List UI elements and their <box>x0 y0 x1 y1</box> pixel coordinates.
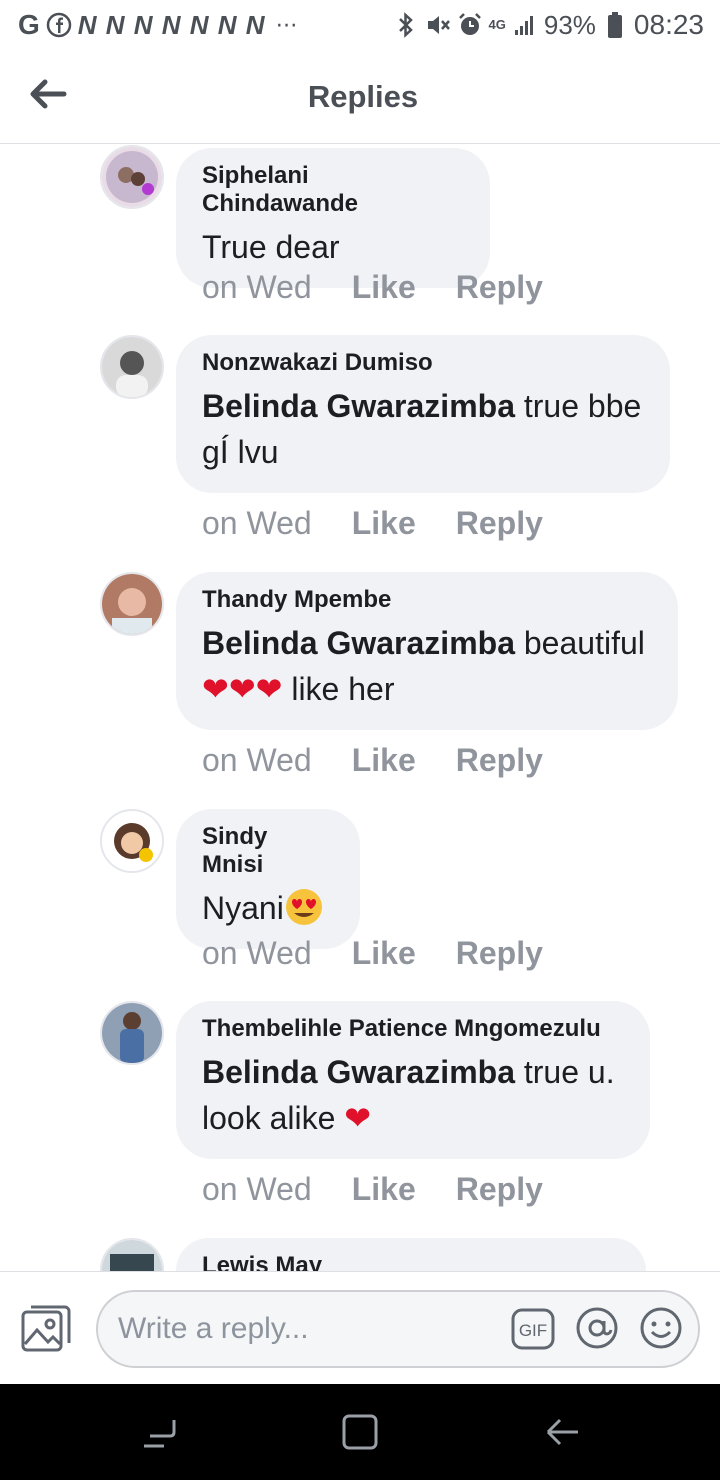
photo-button[interactable] <box>20 1304 72 1354</box>
like-button[interactable]: Like <box>352 935 416 972</box>
comment-text: True dear <box>202 229 340 265</box>
comment-bubble: Lewis May <box>176 1238 646 1271</box>
clock: 08:23 <box>633 9 704 40</box>
comment-time[interactable]: on Wed <box>202 505 312 542</box>
comment-bubble: Siphelani Chindawande True dear <box>176 148 490 288</box>
status-right: 4G 93% 08:23 <box>393 9 704 41</box>
alarm-icon <box>457 12 483 38</box>
smiley-icon <box>640 1307 682 1349</box>
comment-body: Nyani <box>202 890 284 926</box>
comment-author[interactable]: Sindy Mnisi <box>202 823 334 879</box>
like-button[interactable]: Like <box>352 742 416 779</box>
comment-text: Nyani <box>202 885 334 931</box>
comment-text: Belinda Gwarazimba true bbe gÍ lvu <box>202 383 644 475</box>
comment-bubble: Thandy Mpembe Belinda Gwarazimba beautif… <box>176 572 678 730</box>
page-title: Replies <box>307 78 419 114</box>
home-icon <box>342 1414 378 1450</box>
comment-bubble: Sindy Mnisi Nyani <box>176 809 360 949</box>
comment-body: beautiful <box>514 625 645 661</box>
back-nav-icon <box>546 1418 578 1446</box>
comment-actions: on Wed Like Reply <box>202 1171 543 1208</box>
avatar[interactable] <box>100 809 164 873</box>
heart-emoji-icon: ❤ <box>344 1099 372 1137</box>
mention-link[interactable]: Belinda Gwarazimba <box>202 625 515 661</box>
gif-label: GIF <box>519 1321 547 1340</box>
heart-eyes-emoji-icon <box>284 889 324 927</box>
home-button[interactable] <box>340 1412 380 1452</box>
back-arrow-icon <box>30 79 67 109</box>
at-icon <box>576 1307 618 1349</box>
facebook-icon <box>46 12 72 38</box>
google-icon: G <box>18 9 40 40</box>
comment-author[interactable]: Siphelani Chindawande <box>202 162 464 218</box>
status-bar: G N N N N N N N ⋯ 4G 93% 08:23 <box>0 0 720 50</box>
battery-percent: 93% <box>543 9 596 40</box>
gif-icon: GIF <box>511 1308 555 1350</box>
photo-icon <box>21 1305 71 1352</box>
reply-button[interactable]: Reply <box>456 742 543 779</box>
back-nav-button[interactable] <box>542 1412 582 1452</box>
comment-actions: on Wed Like Reply <box>202 269 543 306</box>
comment-author[interactable]: Thandy Mpembe <box>202 586 652 614</box>
recent-apps-button[interactable] <box>140 1412 180 1452</box>
avatar[interactable] <box>100 335 164 399</box>
more-notifications-icon: ⋯ <box>275 12 298 37</box>
signal-icon <box>512 12 538 38</box>
avatar[interactable] <box>100 1238 164 1271</box>
comment-time[interactable]: on Wed <box>202 269 312 306</box>
reply-placeholder: Write a reply... <box>118 1312 309 1345</box>
comment-bubble: Nonzwakazi Dumiso Belinda Gwarazimba tru… <box>176 335 670 493</box>
comment-bubble: Thembelihle Patience Mngomezulu Belinda … <box>176 1001 650 1159</box>
comment-text: Belinda Gwarazimba true u. look alike ❤ <box>202 1049 624 1141</box>
heart-emoji-icon: ❤❤❤ <box>202 670 283 708</box>
like-button[interactable]: Like <box>352 505 416 542</box>
bluetooth-icon <box>393 12 419 38</box>
avatar[interactable] <box>100 1001 164 1065</box>
reply-button[interactable]: Reply <box>456 1171 543 1208</box>
comment-time[interactable]: on Wed <box>202 742 312 779</box>
mute-icon <box>425 12 451 38</box>
system-nav-bar <box>0 1384 720 1480</box>
back-button[interactable] <box>26 72 70 116</box>
like-button[interactable]: Like <box>352 269 416 306</box>
reply-composer: Write a reply... GIF <box>0 1271 720 1384</box>
avatar[interactable] <box>100 145 164 209</box>
replies-list[interactable]: Siphelani Chindawande True dear on Wed L… <box>0 145 720 1271</box>
recent-apps-icon <box>144 1420 176 1448</box>
like-button[interactable]: Like <box>352 1171 416 1208</box>
comment-actions: on Wed Like Reply <box>202 935 543 972</box>
comment-time[interactable]: on Wed <box>202 935 312 972</box>
gif-button[interactable]: GIF <box>510 1306 556 1352</box>
comment-actions: on Wed Like Reply <box>202 742 543 779</box>
mention-link[interactable]: Belinda Gwarazimba <box>202 388 515 424</box>
status-left: G N N N N N N N ⋯ <box>18 9 298 41</box>
reply-button[interactable]: Reply <box>456 935 543 972</box>
comment-actions: on Wed Like Reply <box>202 505 543 542</box>
comment-time[interactable]: on Wed <box>202 1171 312 1208</box>
comment-author[interactable]: Thembelihle Patience Mngomezulu <box>202 1015 624 1043</box>
header: Replies <box>0 50 720 144</box>
comment-text: Belinda Gwarazimba beautiful ❤❤❤ like her <box>202 620 652 712</box>
avatar[interactable] <box>100 572 164 636</box>
reply-button[interactable]: Reply <box>456 269 543 306</box>
notification-icons: N N N N N N N <box>77 9 266 40</box>
comment-author[interactable]: Nonzwakazi Dumiso <box>202 349 644 377</box>
battery-icon <box>602 12 628 38</box>
network-type: 4G <box>488 17 506 32</box>
mention-button[interactable] <box>574 1305 620 1351</box>
mention-link[interactable]: Belinda Gwarazimba <box>202 1054 515 1090</box>
reply-button[interactable]: Reply <box>456 505 543 542</box>
comment-author[interactable]: Lewis May <box>202 1252 620 1271</box>
emoji-button[interactable] <box>638 1305 684 1351</box>
comment-body-continued: like her <box>282 671 395 707</box>
